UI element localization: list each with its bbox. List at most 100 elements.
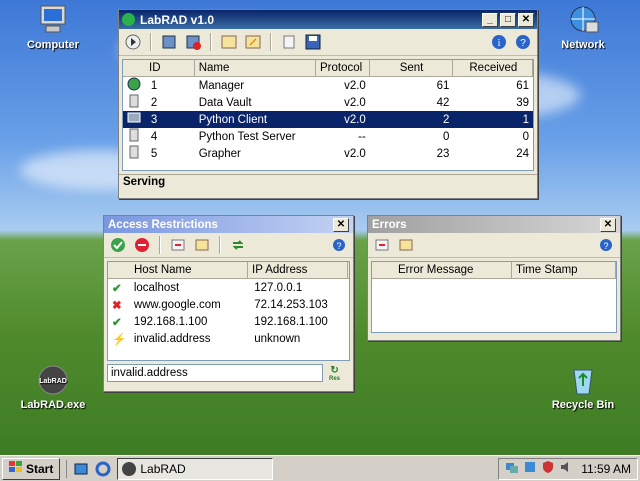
host-name: www.google.com (133, 298, 221, 311)
errors-list-header: Error Message Time Stamp (372, 262, 616, 279)
connect-server-icon[interactable] (159, 32, 179, 52)
help-icon[interactable]: ? (513, 32, 533, 52)
start-button[interactable]: Start (2, 457, 61, 480)
lightning-icon: ⚡ (112, 333, 127, 346)
errors-list: Error Message Time Stamp (371, 261, 617, 333)
column-header-time-stamp[interactable]: Time Stamp (512, 262, 616, 278)
deny-icon[interactable] (132, 235, 152, 255)
server-sent: 23 (436, 147, 450, 160)
info-icon[interactable]: i (489, 32, 509, 52)
server-row-selected[interactable]: 3 Python Client v2.0 2 1 (123, 111, 533, 128)
server-row[interactable]: 4 Python Test Server -- 0 0 (123, 128, 533, 145)
remove-entry-icon[interactable] (168, 235, 188, 255)
server-protocol: v2.0 (344, 96, 366, 109)
security-tray-icon[interactable] (541, 460, 555, 477)
errors-title-bar[interactable]: Errors ✕ (368, 216, 620, 233)
svg-text:?: ? (603, 241, 608, 251)
server-icon (123, 94, 147, 111)
server-received: 39 (516, 96, 529, 109)
server-name: Data Vault (198, 96, 252, 109)
column-header-host[interactable]: Host Name (108, 262, 248, 278)
server-protocol: v2.0 (344, 113, 366, 126)
edit-entry-icon[interactable] (192, 235, 212, 255)
column-header-id[interactable]: ID (123, 60, 195, 76)
desktop-icon-computer[interactable]: Computer (8, 4, 98, 51)
ip-address: 192.168.1.100 (254, 315, 328, 328)
column-header-name[interactable]: Name (195, 60, 316, 76)
column-header-ip[interactable]: IP Address (248, 262, 348, 278)
svg-text:?: ? (520, 38, 526, 49)
allow-icon[interactable] (108, 235, 128, 255)
close-button[interactable]: ✕ (333, 217, 349, 232)
maximize-button[interactable]: □ (500, 12, 516, 27)
ip-address: unknown (254, 332, 301, 345)
access-row[interactable]: ⚡ invalid.address unknown (108, 330, 349, 347)
quicklaunch-desktop-icon[interactable] (73, 461, 89, 477)
ip-address: 127.0.0.1 (254, 281, 303, 294)
network-icon (566, 4, 600, 36)
labrad-main-window: LabRAD v1.0 _ □ ✕ i ? ID Name Protocol S… (118, 9, 538, 199)
main-title-bar[interactable]: LabRAD v1.0 _ □ ✕ (119, 10, 537, 29)
network-tray-icon-2[interactable] (523, 460, 537, 477)
clear-errors-icon[interactable] (372, 235, 392, 255)
save-icon[interactable] (303, 32, 323, 52)
server-received: 0 (522, 130, 529, 143)
server-row[interactable]: 1 Manager v2.0 61 61 (123, 77, 533, 94)
svg-text:i: i (498, 38, 501, 49)
volume-tray-icon[interactable] (559, 460, 573, 477)
taskbar-labrad-button[interactable]: LabRAD (117, 457, 274, 480)
status-bar: Serving (119, 174, 537, 193)
desktop-icon-network[interactable]: Network (538, 4, 628, 51)
desktop-icon-labrad[interactable]: LabRAD LabRAD.exe (8, 364, 98, 411)
document-icon[interactable] (279, 32, 299, 52)
access-window-icon[interactable] (219, 32, 239, 52)
labrad-icon-text: LabRAD (39, 378, 67, 385)
server-protocol: v2.0 (344, 147, 366, 160)
server-id: 4 (150, 130, 158, 143)
access-row[interactable]: ✖ www.google.com 72.14.253.103 (108, 296, 349, 313)
server-row[interactable]: 2 Data Vault v2.0 42 39 (123, 94, 533, 111)
server-sent: 61 (436, 79, 450, 92)
column-header-protocol[interactable]: Protocol (316, 60, 370, 76)
desktop-icon-label: LabRAD.exe (20, 399, 86, 411)
labrad-icon: LabRAD (36, 364, 70, 396)
access-row[interactable]: ✔ 192.168.1.100 192.168.1.100 (108, 313, 349, 330)
server-list: ID Name Protocol Sent Received 1 Manager… (122, 59, 534, 171)
export-errors-icon[interactable] (396, 235, 416, 255)
taskbar-item-label: LabRAD (140, 461, 186, 476)
column-header-received[interactable]: Received (453, 60, 533, 76)
clock[interactable]: 11:59 AM (581, 462, 631, 476)
host-input[interactable] (107, 364, 323, 382)
access-title-bar[interactable]: Access Restrictions ✕ (104, 216, 353, 233)
app-icon (122, 13, 135, 26)
server-id: 1 (150, 79, 158, 92)
errors-window-icon[interactable] (243, 32, 263, 52)
toolbar-separator (150, 33, 152, 51)
quicklaunch-browser-icon[interactable] (95, 461, 111, 477)
refresh-icon[interactable] (228, 235, 248, 255)
server-row[interactable]: 5 Grapher v2.0 23 24 (123, 145, 533, 162)
desktop-icon-recycle-bin[interactable]: Recycle Bin (538, 364, 628, 411)
monitor-icon (123, 111, 147, 128)
help-icon[interactable]: ? (596, 235, 616, 255)
errors-toolbar: ? (368, 233, 620, 258)
close-button[interactable]: ✕ (600, 217, 616, 232)
minimize-button[interactable]: _ (482, 12, 498, 27)
cross-icon: ✖ (112, 299, 122, 312)
access-row[interactable]: ✔ localhost 127.0.0.1 (108, 279, 349, 296)
start-label: Start (26, 461, 54, 476)
resolve-icon: ↻ (330, 364, 339, 376)
window-title: LabRAD v1.0 (140, 12, 215, 27)
network-tray-icon[interactable] (505, 460, 519, 477)
ip-address: 72.14.253.103 (254, 298, 328, 311)
column-header-error-message[interactable]: Error Message (372, 262, 512, 278)
window-title: Access Restrictions (108, 218, 218, 231)
close-button[interactable]: ✕ (518, 12, 534, 27)
resolve-button[interactable]: ↻ Res (329, 365, 340, 382)
play-icon[interactable] (123, 32, 143, 52)
disconnect-server-icon[interactable] (183, 32, 203, 52)
column-header-sent[interactable]: Sent (370, 60, 454, 76)
host-name: invalid.address (133, 332, 211, 345)
labrad-task-icon (122, 461, 137, 476)
help-icon[interactable]: ? (329, 235, 349, 255)
